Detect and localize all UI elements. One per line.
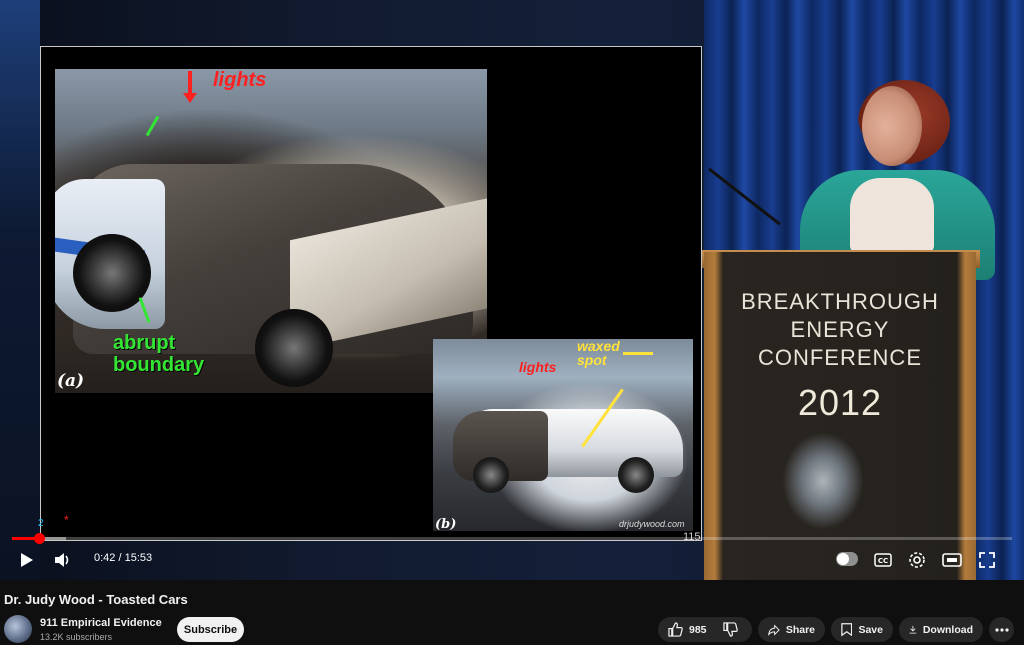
like-dislike-group: 985: [658, 617, 752, 642]
download-icon: [909, 625, 917, 634]
video-player[interactable]: BREAKTHROUGH ENERGY CONFERENCE 2012 ligh…: [0, 0, 1024, 580]
share-icon: [768, 623, 780, 636]
like-count: 985: [689, 623, 707, 636]
subscribe-button[interactable]: Subscribe: [177, 617, 244, 642]
save-label: Save: [858, 623, 883, 636]
svg-text:CC: CC: [878, 557, 888, 565]
slide-photo-b: [433, 339, 693, 531]
car-wheel-rear: [255, 309, 333, 387]
video-title: Dr. Judy Wood - Toasted Cars: [4, 592, 188, 607]
chapter-marker: 2: [38, 518, 44, 529]
speaker-face: [862, 86, 922, 166]
play-icon: [21, 553, 33, 567]
play-button[interactable]: [16, 548, 38, 572]
time-separator: /: [115, 552, 125, 564]
subscriber-count: 13.2K subscribers: [40, 632, 113, 642]
subtitles-icon: CC: [874, 553, 892, 567]
fullscreen-icon: [979, 552, 995, 568]
more-actions-button[interactable]: [989, 617, 1014, 642]
annotation-lights-b: lights: [519, 359, 557, 375]
annotation-line: waxed: [577, 338, 620, 354]
like-button[interactable]: 985: [668, 622, 707, 637]
download-label: Download: [922, 623, 973, 636]
channel-name[interactable]: 911 Empirical Evidence: [40, 617, 162, 629]
fullscreen-button[interactable]: [976, 548, 998, 572]
progress-bar[interactable]: [12, 537, 1012, 540]
video-left-edge: [0, 0, 40, 580]
yellow-arrow-icon: [623, 352, 653, 355]
channel-avatar[interactable]: [4, 615, 32, 643]
presentation-slide: lights abrupt boundary (a) lights waxed …: [40, 46, 702, 543]
podium-text-line1: BREAKTHROUGH: [741, 289, 939, 314]
dislike-button[interactable]: [722, 622, 744, 637]
thumbs-down-icon: [722, 622, 738, 637]
share-button[interactable]: Share: [758, 617, 825, 642]
theater-icon: [942, 553, 962, 567]
car-wheel: [618, 457, 654, 493]
volume-icon: [55, 553, 69, 567]
speaker-shirt: [850, 178, 934, 252]
annotation-lights: lights: [213, 69, 267, 91]
time-total: 15:53: [124, 552, 153, 564]
slide-watermark: drjudywood.com: [619, 519, 685, 529]
settings-button[interactable]: [906, 548, 928, 572]
annotation-abrupt-boundary: abrupt boundary: [113, 332, 204, 376]
autoplay-toggle[interactable]: [836, 552, 858, 566]
bookmark-icon: [841, 623, 853, 637]
annotation-line: boundary: [113, 354, 205, 376]
subtitles-button[interactable]: CC: [872, 548, 894, 572]
annotation-waxed-spot: waxed spot: [577, 339, 620, 367]
car-wheel: [473, 457, 509, 493]
panel-label-b: (b): [435, 517, 457, 532]
progress-scrubber[interactable]: [34, 533, 45, 544]
annotation-line: abrupt: [113, 332, 176, 354]
settings-icon: [909, 552, 925, 568]
annotation-line: spot: [577, 352, 607, 368]
share-label: Share: [785, 623, 815, 636]
theater-mode-button[interactable]: [940, 548, 964, 572]
red-arrow-icon: [183, 71, 197, 103]
time-display: 0:42 / 15:53: [94, 552, 152, 564]
chapter-star: *: [64, 513, 69, 527]
save-button[interactable]: Save: [831, 617, 893, 642]
thumbs-up-icon: [668, 622, 683, 637]
podium-text-line2: ENERGY: [790, 317, 890, 342]
podium-text-line3: CONFERENCE: [757, 345, 922, 370]
podium-year: 2012: [797, 382, 883, 423]
download-button[interactable]: Download: [899, 617, 983, 642]
more-horizontal-icon: [994, 627, 1009, 632]
volume-button[interactable]: [52, 548, 74, 572]
conference-logo: [782, 432, 864, 530]
time-current: 0:42: [94, 552, 116, 564]
panel-label-a: (a): [57, 371, 85, 391]
